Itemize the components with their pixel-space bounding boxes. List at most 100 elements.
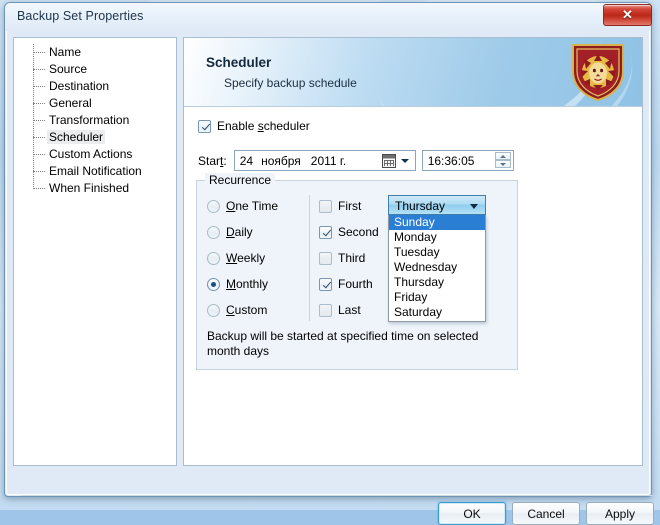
dropdown-option-sunday[interactable]: Sunday	[389, 215, 485, 230]
recurrence-description: Backup will be started at specified time…	[207, 329, 479, 358]
dropdown-option-thursday[interactable]: Thursday	[389, 275, 485, 290]
checkbox-box	[319, 251, 332, 265]
spinner-up-button[interactable]	[494, 152, 511, 160]
accelerator-letter: s	[257, 119, 264, 133]
sidebar-item-source[interactable]: Source	[14, 61, 176, 78]
tree-branch-line	[33, 137, 45, 138]
accelerator-letter: t	[220, 153, 224, 168]
checkbox-box	[319, 199, 332, 213]
sidebar-item-label: Transformation	[49, 113, 130, 127]
triangle-down-icon	[499, 163, 506, 166]
time-value[interactable]: 16:36:05	[428, 154, 475, 168]
tree-branch-line	[33, 69, 45, 70]
scheduler-content-panel: Scheduler Specify backup schedule Enable…	[183, 37, 643, 466]
sidebar-item-label: Scheduler	[47, 130, 106, 144]
sidebar-item-name[interactable]: Name	[14, 44, 176, 61]
sidebar-item-general[interactable]: General	[14, 95, 176, 112]
dropdown-option-saturday[interactable]: Saturday	[389, 305, 485, 320]
tree-branch-line	[33, 188, 45, 189]
recurrence-group-box: Recurrence One Time Daily Weekly Monthly Cus…	[196, 173, 518, 370]
page-subtitle: Specify backup schedule	[224, 76, 357, 90]
tree-branch-line	[33, 120, 45, 121]
sidebar-item-transformation[interactable]: Transformation	[14, 112, 176, 129]
cancel-button[interactable]: Cancel	[512, 502, 580, 525]
sidebar-item-email-notification[interactable]: Email Notification	[14, 163, 176, 180]
calendar-icon[interactable]	[381, 154, 396, 168]
enable-scheduler-label: Enable scheduler	[217, 119, 310, 133]
checkbox-box	[319, 225, 332, 239]
sidebar-item-label: General	[49, 96, 92, 110]
sidebar-item-destination[interactable]: Destination	[14, 78, 176, 95]
checkbox-third[interactable]: Third	[319, 245, 393, 271]
checkbox-label: Fourth	[338, 277, 373, 291]
radio-label: Custom	[226, 303, 268, 317]
spinner-down-button[interactable]	[494, 160, 511, 168]
dialog-client-area: Name Source Destination General Transformati…	[13, 33, 654, 525]
sidebar-item-label: Destination	[49, 79, 110, 93]
dropdown-option-tuesday[interactable]: Tuesday	[389, 245, 485, 260]
lion-shield-logo-icon	[572, 44, 624, 102]
sidebar-item-label: Name	[49, 45, 82, 59]
tree-branch-line	[33, 171, 45, 172]
radio-indicator	[207, 225, 220, 239]
sidebar-item-scheduler[interactable]: Scheduler	[14, 129, 176, 146]
dropdown-option-monday[interactable]: Monday	[389, 230, 485, 245]
checkbox-label: Second	[338, 225, 379, 239]
start-label: Start:	[198, 153, 227, 168]
tree-branch-line	[33, 52, 45, 53]
apply-button[interactable]: Apply	[586, 502, 654, 525]
group-divider	[309, 195, 310, 321]
radio-one-time[interactable]: One Time	[207, 193, 303, 219]
radio-label: One Time	[226, 199, 279, 213]
ok-button[interactable]: OK	[438, 502, 506, 525]
title-bar[interactable]: Backup Set Properties ✕	[5, 3, 652, 31]
weekday-dropdown-list[interactable]: Sunday Monday Tuesday Wednesday Thursday Frid…	[388, 215, 486, 322]
date-month-segment[interactable]: ноября	[261, 154, 301, 168]
recurrence-radio-group: One Time Daily Weekly Monthly Custom	[207, 193, 303, 323]
start-datetime-row: Start: 24 ноября 2011 г. 16:36:05	[198, 150, 514, 171]
radio-monthly[interactable]: Monthly	[207, 271, 303, 297]
close-icon: ✕	[622, 7, 633, 22]
enable-scheduler-checkbox[interactable]: Enable scheduler	[198, 119, 310, 133]
radio-weekly[interactable]: Weekly	[207, 245, 303, 271]
weekday-combobox[interactable]: Thursday	[388, 195, 486, 215]
radio-label: Daily	[226, 225, 253, 239]
sidebar-item-custom-actions[interactable]: Custom Actions	[14, 146, 176, 163]
checkbox-box	[319, 277, 332, 291]
sidebar-item-label: Source	[49, 62, 88, 76]
radio-indicator	[207, 277, 220, 291]
tree-branch-line	[33, 86, 45, 87]
time-spinner[interactable]	[494, 152, 511, 169]
page-banner: Scheduler Specify backup schedule	[184, 38, 642, 107]
radio-custom[interactable]: Custom	[207, 297, 303, 323]
sidebar-item-label: Email Notification	[49, 164, 142, 178]
checkbox-fourth[interactable]: Fourth	[319, 271, 393, 297]
checkbox-last[interactable]: Last	[319, 297, 393, 323]
radio-daily[interactable]: Daily	[207, 219, 303, 245]
checkbox-label: Last	[338, 303, 361, 317]
chevron-down-icon	[470, 204, 478, 209]
start-time-input[interactable]: 16:36:05	[421, 150, 514, 171]
radio-label: Monthly	[226, 277, 269, 291]
checkbox-second[interactable]: Second	[319, 219, 393, 245]
start-date-input[interactable]: 24 ноября 2011 г.	[233, 150, 416, 171]
triangle-up-icon	[499, 155, 506, 158]
date-year-segment[interactable]: 2011 г.	[311, 154, 346, 168]
check-mark-icon	[322, 226, 331, 235]
footer-separator	[21, 495, 653, 496]
window-title: Backup Set Properties	[17, 9, 144, 23]
radio-label: Weekly	[226, 251, 266, 265]
date-day-segment[interactable]: 24	[240, 154, 253, 168]
dropdown-option-wednesday[interactable]: Wednesday	[389, 260, 485, 275]
chevron-down-icon[interactable]	[400, 159, 409, 163]
recurrence-legend: Recurrence	[205, 173, 276, 187]
radio-indicator	[207, 251, 220, 265]
settings-tree-panel: Name Source Destination General Transformati…	[13, 37, 177, 466]
page-title: Scheduler	[206, 55, 272, 70]
close-button[interactable]: ✕	[603, 4, 652, 26]
checkbox-box	[319, 303, 332, 317]
checkbox-first[interactable]: First	[319, 193, 393, 219]
dropdown-option-friday[interactable]: Friday	[389, 290, 485, 305]
sidebar-item-when-finished[interactable]: When Finished	[14, 180, 176, 197]
tree-branch-line	[33, 154, 45, 155]
